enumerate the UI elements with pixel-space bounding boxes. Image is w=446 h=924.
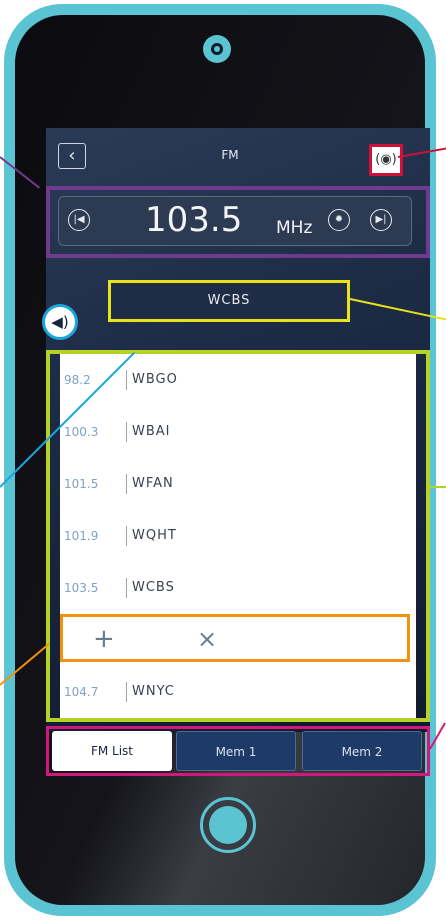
- skip-next-icon: ▶|: [375, 214, 387, 225]
- home-button[interactable]: [200, 797, 256, 853]
- signal-location-icon: (◉): [375, 152, 397, 167]
- speaker-icon: ◀): [51, 313, 69, 331]
- skip-next-button[interactable]: ▶|: [370, 209, 392, 231]
- volume-button[interactable]: ◀): [42, 304, 78, 340]
- station-name: WCBS: [132, 580, 175, 595]
- frequency-value: 103.5: [145, 200, 243, 240]
- station-edit-bar: + ×: [60, 614, 410, 662]
- station-name: WQHT: [132, 528, 177, 543]
- row-divider: [126, 422, 127, 442]
- list-callout-line: [430, 486, 446, 488]
- station-frequency: 103.5: [64, 581, 99, 595]
- station-name: WFAN: [132, 476, 174, 491]
- tab-mem-2[interactable]: Mem 2: [302, 731, 422, 771]
- tab-mem-1[interactable]: Mem 1: [176, 731, 296, 771]
- station-row[interactable]: 104.7 WNYC: [60, 666, 416, 718]
- station-row[interactable]: 101.5 WFAN: [60, 458, 416, 510]
- station-frequency: 101.5: [64, 477, 99, 491]
- station-row[interactable]: 101.9 WQHT: [60, 510, 416, 562]
- station-frequency: 104.7: [64, 685, 99, 699]
- station-frequency: 100.3: [64, 425, 99, 439]
- station-list: 98.2 WBGO 100.3 WBAI 101.5 WFAN 101.9 WQ…: [60, 354, 416, 718]
- current-station: WCBS: [207, 293, 251, 308]
- row-divider: [126, 526, 127, 546]
- gear-icon: ✹: [334, 214, 344, 225]
- back-button[interactable]: ‹: [58, 143, 86, 169]
- tuner-settings-button[interactable]: ✹: [328, 209, 350, 231]
- chevron-left-icon: ‹: [68, 145, 76, 166]
- skip-previous-icon: |◀: [73, 214, 85, 225]
- location-button[interactable]: (◉): [369, 144, 403, 176]
- row-divider: [126, 578, 127, 598]
- frequency-unit: MHz: [276, 218, 313, 238]
- tab-fm-list[interactable]: FM List: [52, 731, 172, 771]
- row-divider: [126, 474, 127, 494]
- station-row[interactable]: 100.3 WBAI: [60, 406, 416, 458]
- station-frequency: 101.9: [64, 529, 99, 543]
- page-title: FM: [221, 148, 239, 162]
- row-divider: [126, 682, 127, 702]
- camera-icon: [203, 35, 231, 63]
- station-name: WBGO: [132, 372, 178, 387]
- add-station-button[interactable]: +: [93, 623, 115, 655]
- remove-station-button[interactable]: ×: [197, 623, 217, 655]
- row-divider: [126, 370, 127, 390]
- station-name: WNYC: [132, 684, 175, 699]
- station-row[interactable]: 98.2 WBGO: [60, 354, 416, 406]
- station-row[interactable]: 103.5 WCBS: [60, 562, 416, 614]
- skip-previous-button[interactable]: |◀: [68, 209, 90, 231]
- station-name: WBAI: [132, 424, 171, 439]
